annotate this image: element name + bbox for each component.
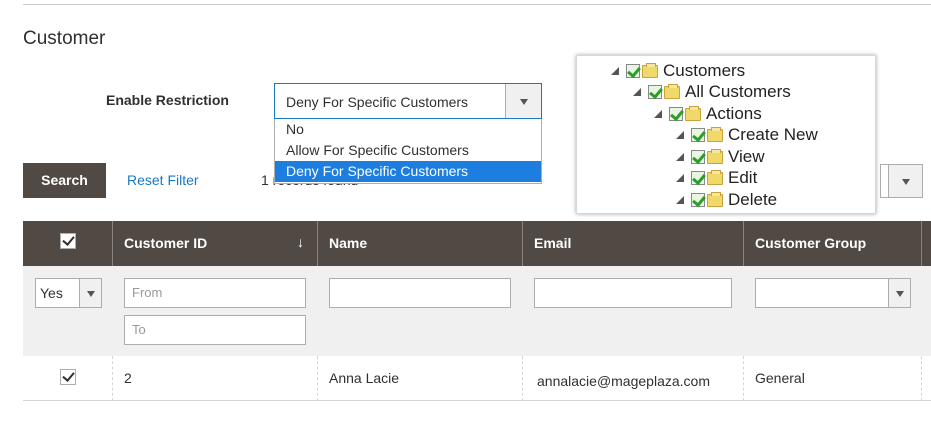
filter-select-value: Yes [40, 285, 63, 301]
permissions-tree: Customers All Customers Actions Create N… [576, 55, 876, 214]
select-toggle-button[interactable] [505, 84, 541, 118]
cell-customer-group: General [755, 370, 805, 386]
expand-triangle-icon[interactable] [676, 131, 684, 139]
folder-icon [664, 83, 680, 99]
chevron-down-icon [86, 291, 95, 297]
tree-item-label: Customers [663, 61, 746, 80]
folder-icon [685, 105, 701, 121]
enable-restriction-value: Deny For Specific Customers [286, 94, 469, 110]
tree-item-all-customers[interactable]: All Customers [633, 82, 791, 102]
enable-restriction-label: Enable Restriction [106, 92, 229, 108]
enable-restriction-select[interactable]: Deny For Specific Customers [274, 83, 542, 119]
chevron-down-icon [895, 291, 904, 297]
chevron-down-icon [901, 179, 910, 185]
expand-triangle-icon[interactable] [676, 174, 684, 182]
column-divider [921, 356, 922, 401]
column-divider [522, 221, 523, 266]
expand-triangle-icon[interactable] [676, 153, 684, 161]
filter-name-input[interactable] [329, 278, 511, 308]
table-row[interactable]: 2 Anna Lacie annalacie@mageplaza.com Gen… [23, 356, 931, 401]
restriction-dropdown: No Allow For Specific Customers Deny For… [274, 119, 542, 184]
top-divider [23, 4, 931, 5]
column-divider [112, 221, 113, 266]
cell-name: Anna Lacie [329, 370, 400, 386]
tree-item-view[interactable]: View [676, 147, 765, 167]
sort-arrow-icon[interactable]: ↓ [297, 221, 304, 263]
column-divider [743, 221, 744, 266]
section-title: Customer [23, 28, 106, 49]
column-header-customer-group[interactable]: Customer Group [755, 221, 866, 266]
view-select-toggle[interactable] [888, 165, 922, 197]
checkbox-checked-icon[interactable] [691, 171, 705, 185]
tree-item-label: View [728, 147, 765, 166]
column-divider [743, 356, 744, 401]
cell-customer-id: 2 [124, 370, 132, 386]
column-header-customer-id[interactable]: Customer ID [124, 221, 207, 266]
filter-group-select[interactable] [755, 278, 911, 308]
column-divider [522, 356, 523, 401]
tree-item-edit[interactable]: Edit [676, 168, 757, 188]
expand-triangle-icon[interactable] [676, 196, 684, 204]
filter-group-toggle[interactable] [888, 279, 910, 307]
expand-triangle-icon[interactable] [611, 67, 619, 75]
cell-email: annalacie@mageplaza.com [537, 373, 710, 389]
filter-id-to-input[interactable]: To [124, 315, 306, 345]
filter-id-from-input[interactable]: From [124, 278, 306, 308]
checkbox-checked-icon[interactable] [691, 128, 705, 142]
tree-item-label: Delete [728, 190, 778, 209]
checkbox-checked-icon[interactable] [691, 150, 705, 164]
column-divider [112, 356, 113, 401]
view-select[interactable] [880, 164, 923, 198]
tree-item-label: Actions [706, 104, 762, 123]
folder-icon [707, 191, 723, 207]
option-allow[interactable]: Allow For Specific Customers [275, 140, 541, 161]
filter-email-input[interactable] [534, 278, 732, 308]
option-no[interactable]: No [275, 119, 541, 140]
column-divider [317, 221, 318, 266]
folder-icon [707, 148, 723, 164]
folder-icon [707, 169, 723, 185]
tree-item-actions[interactable]: Actions [654, 104, 762, 124]
select-all-checkbox[interactable] [60, 233, 76, 249]
checkbox-checked-icon[interactable] [691, 193, 705, 207]
column-divider [921, 221, 922, 266]
tree-item-create-new[interactable]: Create New [676, 125, 818, 145]
checkbox-checked-icon[interactable] [669, 107, 683, 121]
tree-item-label: All Customers [685, 82, 791, 101]
column-header-name[interactable]: Name [329, 221, 367, 266]
tree-item-label: Create New [728, 125, 818, 144]
folder-icon [642, 62, 658, 78]
column-header-email[interactable]: Email [534, 221, 571, 266]
row-checkbox[interactable] [60, 369, 76, 385]
chevron-down-icon [519, 99, 528, 105]
tree-item-customers[interactable]: Customers [611, 61, 745, 81]
expand-triangle-icon[interactable] [654, 110, 662, 118]
column-divider [317, 356, 318, 401]
folder-icon [707, 126, 723, 142]
reset-filter-link[interactable]: Reset Filter [127, 172, 199, 188]
checkbox-checked-icon[interactable] [626, 64, 640, 78]
grid-filter-row: Yes From To [23, 266, 931, 356]
grid-header: Customer ID ↓ Name Email Customer Group [23, 221, 931, 266]
option-deny[interactable]: Deny For Specific Customers [275, 161, 541, 182]
expand-triangle-icon[interactable] [633, 88, 641, 96]
search-button[interactable]: Search [23, 163, 106, 198]
checkbox-checked-icon[interactable] [648, 85, 662, 99]
filter-select-checked[interactable]: Yes [35, 278, 102, 308]
tree-item-delete[interactable]: Delete [676, 190, 777, 210]
tree-item-label: Edit [728, 168, 758, 187]
filter-select-toggle[interactable] [79, 279, 101, 307]
